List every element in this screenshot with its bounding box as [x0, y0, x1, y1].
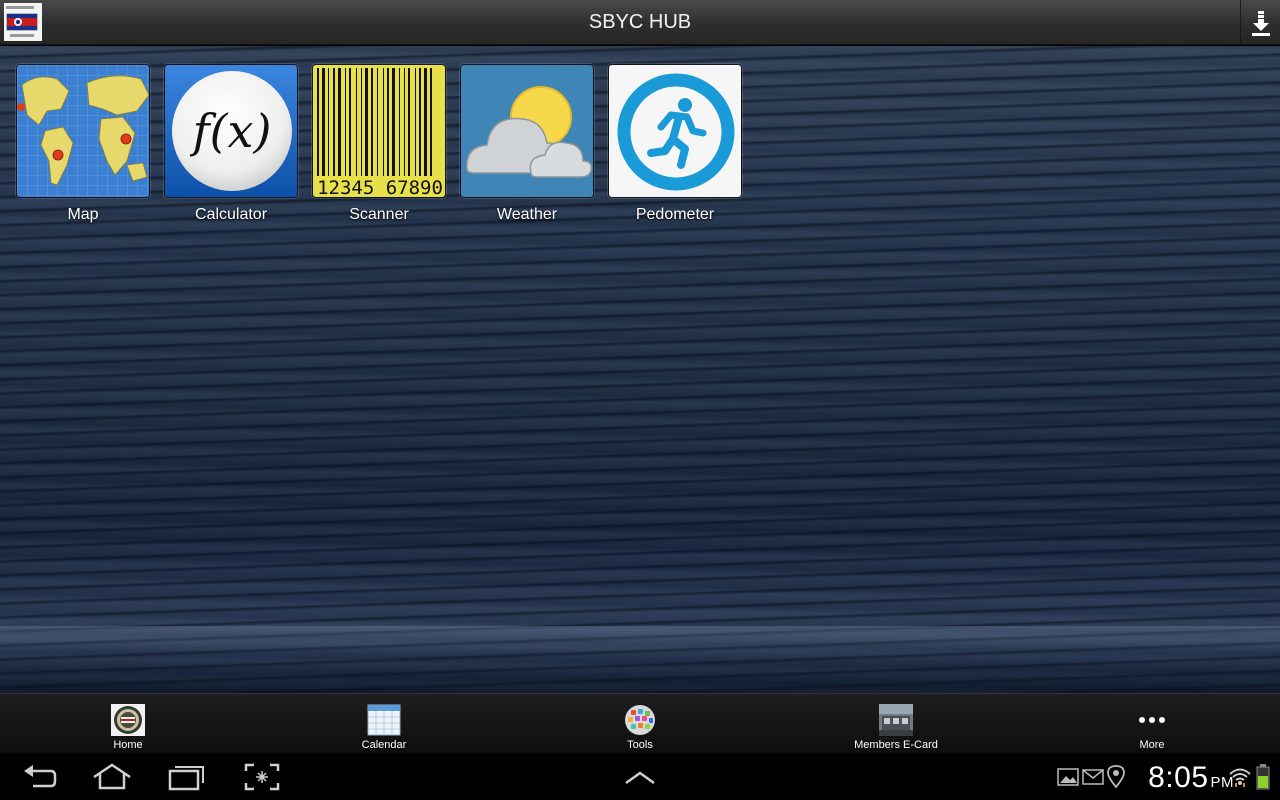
tab-label: Home — [113, 739, 143, 751]
expand-up-button[interactable] — [622, 761, 658, 793]
back-icon — [24, 765, 57, 788]
more-dots-icon — [1134, 704, 1170, 736]
bottom-tab-bar: Home Calendar Tools Members E-Card More — [0, 693, 1280, 753]
tile-label: Weather — [496, 206, 558, 223]
tab-home[interactable]: Home — [0, 694, 256, 753]
system-navigation-bar: 8:05 PM — [0, 753, 1280, 800]
tile-calculator[interactable]: f(x) Calculator — [164, 64, 298, 224]
tile-map[interactable]: Map — [16, 64, 150, 224]
recent-apps-button[interactable] — [168, 761, 206, 793]
tile-label: Calculator — [194, 206, 268, 223]
tab-label: Members E-Card — [854, 739, 938, 751]
download-button[interactable] — [1240, 0, 1280, 45]
tile-label: Map — [67, 206, 99, 223]
barcode-scanner-icon: 12345 67890 — [312, 64, 446, 198]
home-button[interactable] — [92, 761, 132, 793]
apps-globe-icon — [622, 704, 658, 736]
tile-weather[interactable]: Weather — [460, 64, 594, 224]
tile-label: Pedometer — [635, 206, 715, 223]
tile-label: Scanner — [349, 206, 409, 223]
tab-label: Tools — [627, 739, 653, 751]
location-notification-icon[interactable] — [1106, 761, 1126, 793]
back-button[interactable] — [20, 761, 58, 793]
world-map-icon — [16, 64, 150, 198]
tab-label: More — [1139, 739, 1165, 751]
calendar-icon — [366, 704, 402, 736]
tab-label: Calendar — [361, 739, 407, 751]
fx-calculator-icon: f(x) — [164, 64, 298, 198]
tab-members-ecard[interactable]: Members E-Card — [768, 694, 1024, 753]
club-seal-icon — [110, 704, 146, 736]
battery-icon — [1256, 761, 1270, 793]
screenshot-button[interactable] — [244, 761, 280, 793]
action-bar: SBYC HUB — [0, 0, 1280, 45]
screenshot-icon — [244, 763, 280, 791]
tile-pedometer[interactable]: Pedometer — [608, 64, 742, 224]
chevron-up-icon — [625, 771, 655, 785]
tab-tools[interactable]: Tools — [512, 694, 768, 753]
recent-apps-icon — [168, 766, 204, 791]
download-icon — [1251, 10, 1270, 36]
content-area: Map f(x) Calculator 12345 67890 Scanner … — [0, 46, 1280, 693]
gallery-notification-icon[interactable] — [1057, 761, 1079, 793]
fx-symbol: f(x) — [190, 104, 272, 158]
tab-calendar[interactable]: Calendar — [256, 694, 512, 753]
clock-time: 8:05 — [1148, 761, 1209, 794]
mail-notification-icon[interactable] — [1082, 761, 1104, 793]
app-title: SBYC HUB — [588, 11, 692, 33]
clubhouse-photo-icon — [878, 704, 914, 736]
tool-tiles: Map f(x) Calculator 12345 67890 Scanner … — [16, 64, 742, 224]
tab-more[interactable]: More — [1024, 694, 1280, 753]
partly-cloudy-icon — [460, 64, 594, 198]
status-clock[interactable]: 8:05 PM — [1148, 761, 1234, 795]
runner-icon — [608, 64, 742, 198]
wifi-icon — [1228, 761, 1252, 793]
home-icon — [93, 763, 131, 790]
barcode-number: 12345 67890 — [317, 177, 443, 198]
tile-scanner[interactable]: 12345 67890 Scanner — [312, 64, 446, 224]
